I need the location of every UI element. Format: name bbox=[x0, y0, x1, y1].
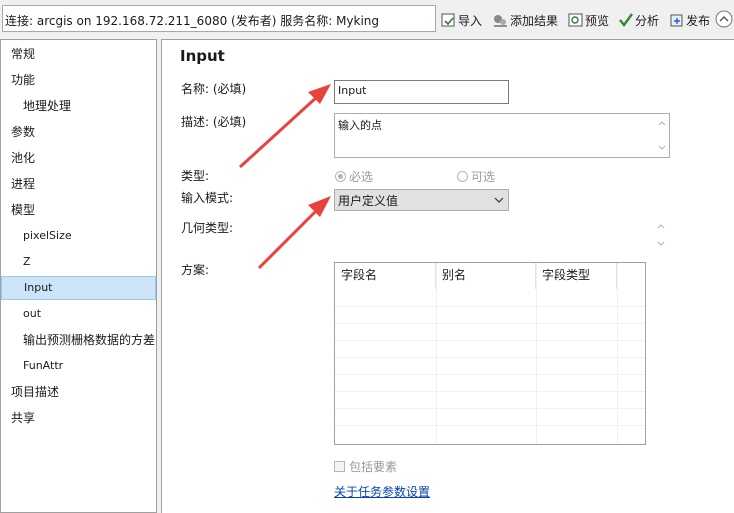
nav-item-general[interactable]: 常规 bbox=[1, 42, 156, 66]
preview-label: 预览 bbox=[585, 13, 610, 28]
type-optional-label: 可选 bbox=[471, 170, 496, 184]
include-features-label: 包括要素 bbox=[349, 460, 398, 474]
task-parameter-help-link[interactable]: 关于任务参数设置 bbox=[334, 483, 430, 500]
schema-label: 方案: bbox=[181, 263, 210, 277]
grid-row-line bbox=[335, 391, 645, 392]
type-required-label: 必选 bbox=[349, 170, 374, 184]
schema-grid[interactable]: 字段名 别名 字段类型 bbox=[334, 262, 646, 445]
nav-item-model[interactable]: 模型 bbox=[1, 198, 156, 222]
parameter-panel: Input 名称: (必填) Input 描述: (必填) 输入的点 类型: 必… bbox=[161, 39, 734, 513]
nav-item-variance-output[interactable]: 输出预测栅格数据的方差 bbox=[1, 328, 156, 352]
grid-column-line bbox=[436, 263, 437, 444]
nav-item-z[interactable]: Z bbox=[1, 250, 156, 274]
type-label: 类型: bbox=[181, 169, 210, 183]
geometry-type-scrollbar[interactable] bbox=[654, 217, 670, 253]
description-textarea[interactable]: 输入的点 bbox=[334, 113, 670, 158]
publish-icon bbox=[670, 14, 683, 27]
description-label: 描述: (必填) bbox=[181, 115, 247, 129]
add-result-icon bbox=[494, 15, 507, 27]
add-result-button[interactable]: 添加结果 bbox=[492, 11, 558, 29]
geometry-type-label: 几何类型: bbox=[181, 221, 234, 235]
publish-label: 发布 bbox=[686, 13, 711, 28]
nav-item-parameters[interactable]: 参数 bbox=[1, 120, 156, 144]
column-header-alias[interactable]: 别名 bbox=[436, 263, 536, 289]
name-label: 名称: (必填) bbox=[181, 82, 247, 96]
collapse-button[interactable] bbox=[715, 10, 734, 28]
settings-nav: 常规 功能 地理处理 参数 池化 进程 模型 pixelSize Z Input… bbox=[0, 39, 157, 513]
schema-grid-header: 字段名 别名 字段类型 bbox=[335, 263, 645, 289]
input-mode-select[interactable]: 用户定义值 bbox=[334, 189, 509, 211]
scroll-up-icon bbox=[658, 121, 666, 126]
include-features-checkbox[interactable]: 包括要素 bbox=[334, 458, 397, 475]
radio-selected-icon bbox=[335, 171, 346, 182]
nav-item-geoprocessing[interactable]: 地理处理 bbox=[1, 94, 156, 118]
input-mode-label: 输入模式: bbox=[181, 191, 234, 205]
description-scrollbar[interactable] bbox=[655, 114, 669, 157]
connection-field[interactable]: 连接: arcgis on 192.168.72.211_6080 (发布者) … bbox=[2, 5, 436, 32]
analyze-label: 分析 bbox=[635, 13, 660, 28]
column-header-field-name[interactable]: 字段名 bbox=[335, 263, 436, 289]
nav-item-funattr[interactable]: FunAttr bbox=[1, 354, 156, 378]
nav-item-input[interactable]: Input bbox=[1, 276, 156, 300]
type-optional-radio[interactable]: 可选 bbox=[457, 168, 495, 185]
grid-row-line bbox=[335, 425, 645, 426]
publish-button[interactable]: 发布 bbox=[669, 11, 710, 29]
preview-button[interactable]: 预览 bbox=[568, 11, 609, 29]
grid-row-line bbox=[335, 357, 645, 358]
nav-item-pooling[interactable]: 池化 bbox=[1, 146, 156, 170]
scroll-down-icon bbox=[657, 241, 665, 246]
grid-row-line bbox=[335, 408, 645, 409]
nav-item-capabilities[interactable]: 功能 bbox=[1, 68, 156, 92]
nav-item-processes[interactable]: 进程 bbox=[1, 172, 156, 196]
grid-row-line bbox=[335, 306, 645, 307]
import-button[interactable]: 导入 bbox=[441, 11, 482, 29]
analyze-button[interactable]: 分析 bbox=[618, 11, 659, 29]
add-result-label: 添加结果 bbox=[510, 13, 559, 28]
name-input[interactable]: Input bbox=[334, 80, 509, 104]
scroll-down-icon bbox=[658, 145, 666, 150]
import-icon bbox=[441, 13, 455, 27]
preview-icon bbox=[568, 13, 583, 27]
description-text: 输入的点 bbox=[338, 119, 382, 132]
top-toolbar: 连接: arcgis on 192.168.72.211_6080 (发布者) … bbox=[0, 0, 734, 40]
column-header-field-type[interactable]: 字段类型 bbox=[536, 263, 617, 289]
radio-empty-icon bbox=[457, 171, 468, 182]
page-title: Input bbox=[180, 47, 225, 65]
input-mode-value: 用户定义值 bbox=[338, 193, 399, 208]
type-required-radio[interactable]: 必选 bbox=[335, 168, 373, 185]
nav-item-pixelsize[interactable]: pixelSize bbox=[1, 224, 156, 248]
grid-row-line bbox=[335, 323, 645, 324]
chevron-up-icon bbox=[715, 10, 733, 28]
grid-row-line bbox=[335, 374, 645, 375]
nav-item-out[interactable]: out bbox=[1, 302, 156, 326]
scroll-up-icon bbox=[657, 224, 665, 229]
nav-item-item-description[interactable]: 项目描述 bbox=[1, 380, 156, 404]
grid-column-line bbox=[536, 263, 537, 444]
checkmark-icon bbox=[619, 13, 633, 27]
nav-item-sharing[interactable]: 共享 bbox=[1, 406, 156, 430]
grid-row-line bbox=[335, 340, 645, 341]
grid-column-line bbox=[617, 263, 618, 444]
checkbox-empty-icon bbox=[334, 461, 345, 472]
import-label: 导入 bbox=[458, 13, 483, 28]
chevron-down-icon bbox=[494, 197, 504, 203]
